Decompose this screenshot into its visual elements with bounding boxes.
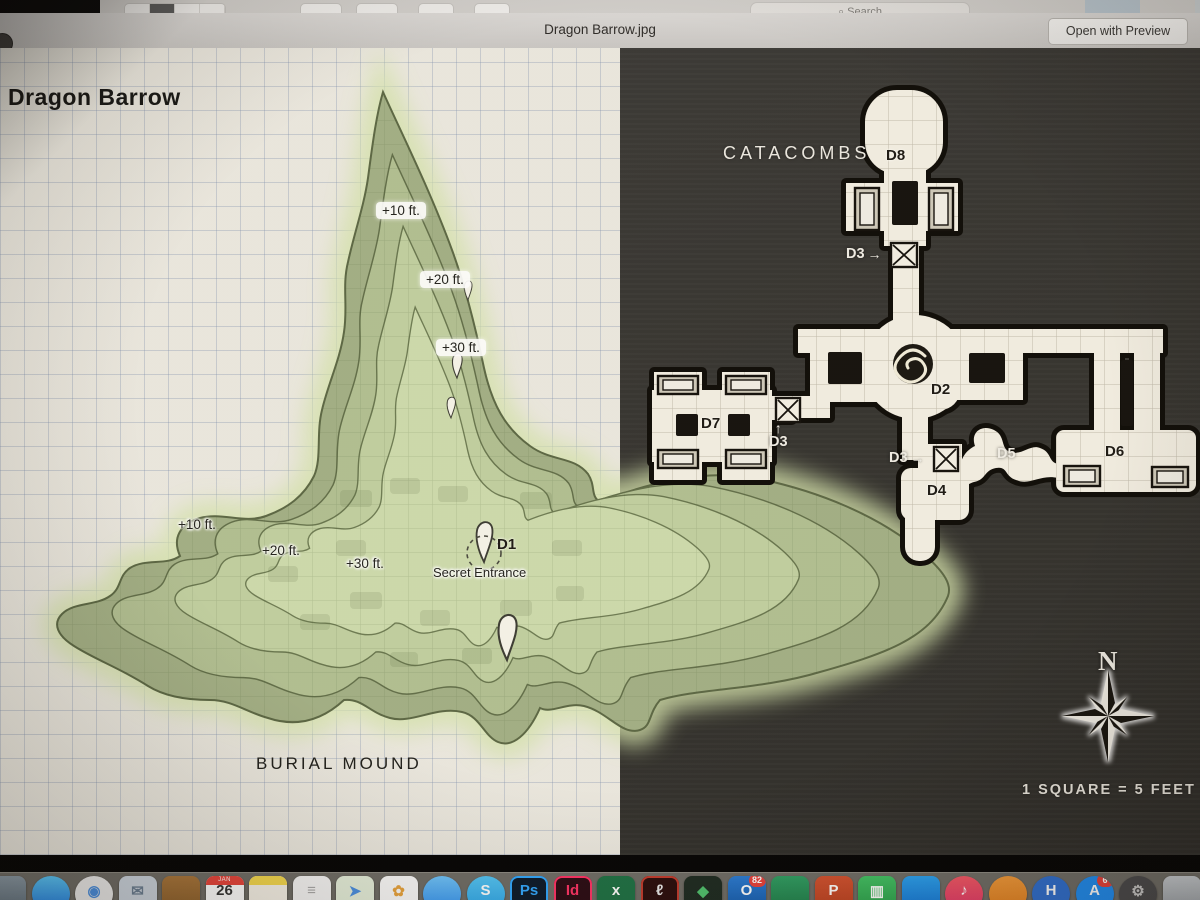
dock-books-icon[interactable] [989,876,1027,900]
skype-glyph: S [467,882,505,899]
dock-reminders-icon[interactable]: ≡ [293,876,331,900]
dock-messages-icon[interactable] [423,876,461,900]
map-drawing [0,48,1200,855]
dock-photoshop-icon[interactable]: Ps [510,876,548,900]
powerpoint-glyph: P [815,882,853,899]
music-glyph: ♪ [945,882,983,899]
window-fragment [1085,0,1140,13]
app-blue-h-glyph: H [1032,882,1070,899]
dock-office-green-icon[interactable] [771,876,809,900]
outlook-badge: 82 [749,876,766,887]
dock-maps-icon[interactable]: ➤ [336,876,374,900]
dock-photos-icon[interactable]: ✿ [380,876,418,900]
app-store-badge: 6 [1097,876,1114,887]
window-title: Dragon Barrow.jpg [0,22,1200,37]
system-preferences-glyph: ⚙ [1119,882,1157,900]
acrobat-glyph: ℓ [641,882,679,899]
dock: ◉ ✉ JAN26 ≡ ➤ ✿ S Ps Idxℓ ◆ O82 P ▥ ♪ H A6 ⚙ [0,872,1200,900]
notes-top-strip [249,876,287,885]
mail-glyph: ✉ [119,882,157,900]
screen-bottom-gap [0,855,1200,872]
dock-skype-icon[interactable]: S [467,876,505,900]
window-fragment [1195,0,1200,13]
indesign-glyph: Id [554,882,592,899]
dock-chrome-icon[interactable]: ◉ [75,876,113,900]
dock-calendar-icon[interactable]: JAN26 [206,876,244,900]
dock-indesign-icon[interactable]: Id [554,876,592,900]
calendar-glyph: 26 [206,882,244,899]
map-image: Dragon Barrow +10 ft. +20 ft. +30 ft. +1… [0,48,1200,855]
dock-outlook-icon[interactable]: O82 [728,876,766,900]
maps-glyph: ➤ [336,882,374,900]
photos-glyph: ✿ [380,882,418,900]
dock-notes-icon[interactable] [249,876,287,900]
dock-app-store-icon[interactable]: A6 [1076,876,1114,900]
dock-system-preferences-icon[interactable]: ⚙ [1119,876,1157,900]
dock-contacts-icon[interactable] [162,876,200,900]
excel-glyph: x [597,882,635,899]
parallels-glyph: ◆ [684,882,722,900]
dock-mail-icon[interactable]: ✉ [119,876,157,900]
chrome-glyph: ◉ [75,882,113,900]
dock-safari-icon[interactable] [32,876,70,900]
dock-acrobat-icon[interactable]: ℓ [641,876,679,900]
dock-parallels-icon[interactable]: ◆ [684,876,722,900]
spiral-stair-icon [893,344,933,384]
dock-numbers-icon[interactable]: ▥ [858,876,896,900]
dock-finder-icon[interactable] [0,876,26,900]
dock-app-blue-h-icon[interactable]: H [1032,876,1070,900]
photographed-mac-screen: ⌕ Search Dragon Barrow.jpg Open with Pre… [0,0,1200,900]
dock-trash-icon[interactable] [1163,876,1200,900]
photoshop-glyph: Ps [510,882,548,899]
open-with-preview-button[interactable]: Open with Preview [1048,18,1188,45]
compass-rose-icon [1062,670,1154,762]
dock-music-icon[interactable]: ♪ [945,876,983,900]
dock-excel-icon[interactable]: x [597,876,635,900]
finder-toolbar-panel: ⌕ Search [100,0,1200,13]
quicklook-titlebar: Dragon Barrow.jpg Open with Preview [0,13,1200,49]
dock-keynote-icon[interactable] [902,876,940,900]
reminders-glyph: ≡ [293,882,331,899]
dock-powerpoint-icon[interactable]: P [815,876,853,900]
finder-toolbar-strip: ⌕ Search [0,0,1200,13]
numbers-glyph: ▥ [858,882,896,900]
